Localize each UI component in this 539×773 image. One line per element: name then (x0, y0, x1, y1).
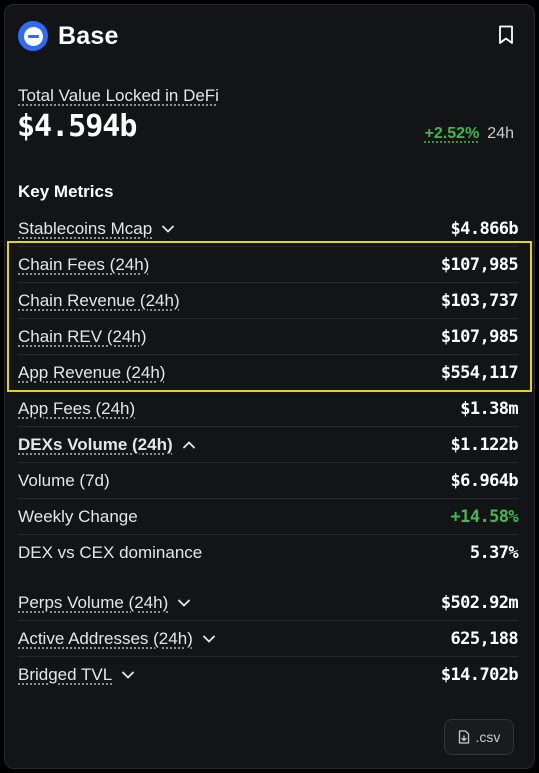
metric-value: $554,117 (440, 362, 519, 383)
chevron-down-icon[interactable] (162, 225, 175, 233)
metric-value: $6.964b (450, 470, 519, 491)
metric-row-chain-fees: Chain Fees (24h) $107,985 (18, 247, 519, 283)
bookmark-icon[interactable] (498, 25, 514, 45)
metric-label: Weekly Change (18, 506, 138, 526)
metric-label[interactable]: Chain Fees (24h) (18, 255, 149, 275)
metric-row-active-addresses[interactable]: Active Addresses (24h) 625,188 (18, 621, 519, 657)
metric-value: $1.122b (450, 434, 519, 455)
chain-header: Base (18, 19, 119, 53)
metric-row-app-fees: App Fees (24h) $1.38m (18, 391, 519, 427)
metric-label: DEX vs CEX dominance (18, 543, 203, 562)
metric-value: $14.702b (440, 665, 519, 685)
metric-label[interactable]: DEXs Volume (24h) (18, 435, 173, 455)
chevron-down-icon[interactable] (122, 671, 135, 679)
metric-value: $107,985 (440, 326, 519, 347)
metric-row-dex-vs-cex: DEX vs CEX dominance 5.37% (18, 535, 519, 571)
tvl-change: +2.52% 24h (425, 125, 514, 143)
metric-value: $4.866b (450, 218, 519, 239)
metric-label: Volume (7d) (18, 470, 110, 490)
tvl-change-percent[interactable]: +2.52% (425, 125, 480, 143)
metric-row-perps-volume[interactable]: Perps Volume (24h) $502.92m (18, 585, 519, 621)
metric-row-chain-revenue: Chain Revenue (24h) $103,737 (18, 283, 519, 319)
metric-row-weekly-change: Weekly Change +14.58% (18, 499, 519, 535)
metric-row-bridged-tvl[interactable]: Bridged TVL $14.702b (18, 657, 519, 693)
metric-label[interactable]: Chain Revenue (24h) (18, 291, 180, 311)
chevron-down-icon[interactable] (178, 599, 191, 607)
metric-label[interactable]: Chain REV (24h) (18, 327, 147, 347)
chevron-down-icon[interactable] (202, 635, 215, 643)
metric-value: $107,985 (440, 254, 519, 275)
metric-row-chain-rev: Chain REV (24h) $107,985 (18, 319, 519, 355)
base-logo-icon (18, 21, 48, 51)
metric-label[interactable]: Perps Volume (24h) (18, 593, 168, 613)
csv-label: .csv (475, 729, 501, 745)
metric-label[interactable]: Active Addresses (24h) (18, 629, 193, 649)
chain-name: Base (58, 21, 119, 50)
metric-value: +14.58% (450, 506, 519, 527)
key-metrics-title: Key Metrics (18, 182, 114, 201)
chain-overview-card: Base Total Value Locked in DeFi $4.594b … (4, 4, 535, 769)
chevron-up-icon[interactable] (182, 440, 195, 449)
download-csv-button[interactable]: .csv (444, 719, 514, 755)
file-download-icon (458, 730, 469, 744)
metric-value: $502.92m (440, 592, 519, 613)
tvl-value: $4.594b (17, 109, 137, 144)
metric-label[interactable]: App Fees (24h) (18, 399, 135, 419)
metric-label[interactable]: App Revenue (24h) (18, 363, 165, 383)
metric-value: 625,188 (450, 628, 519, 649)
metric-value: $1.38m (460, 398, 518, 419)
metric-value: $103,737 (440, 290, 519, 311)
metrics-list: Stablecoins Mcap $4.866b Chain Fees (24h… (18, 211, 519, 693)
metric-label[interactable]: Stablecoins Mcap (18, 219, 152, 239)
metric-value: 5.37% (469, 543, 519, 563)
metric-label[interactable]: Bridged TVL (18, 665, 112, 685)
metric-row-app-revenue: App Revenue (24h) $554,117 (18, 355, 519, 391)
metric-row-dexs-volume[interactable]: DEXs Volume (24h) $1.122b (18, 427, 519, 463)
metric-row-stablecoins-mcap[interactable]: Stablecoins Mcap $4.866b (18, 211, 519, 247)
tvl-change-period: 24h (487, 125, 514, 142)
metric-row-volume-7d: Volume (7d) $6.964b (18, 463, 519, 499)
tvl-label[interactable]: Total Value Locked in DeFi (18, 86, 219, 106)
